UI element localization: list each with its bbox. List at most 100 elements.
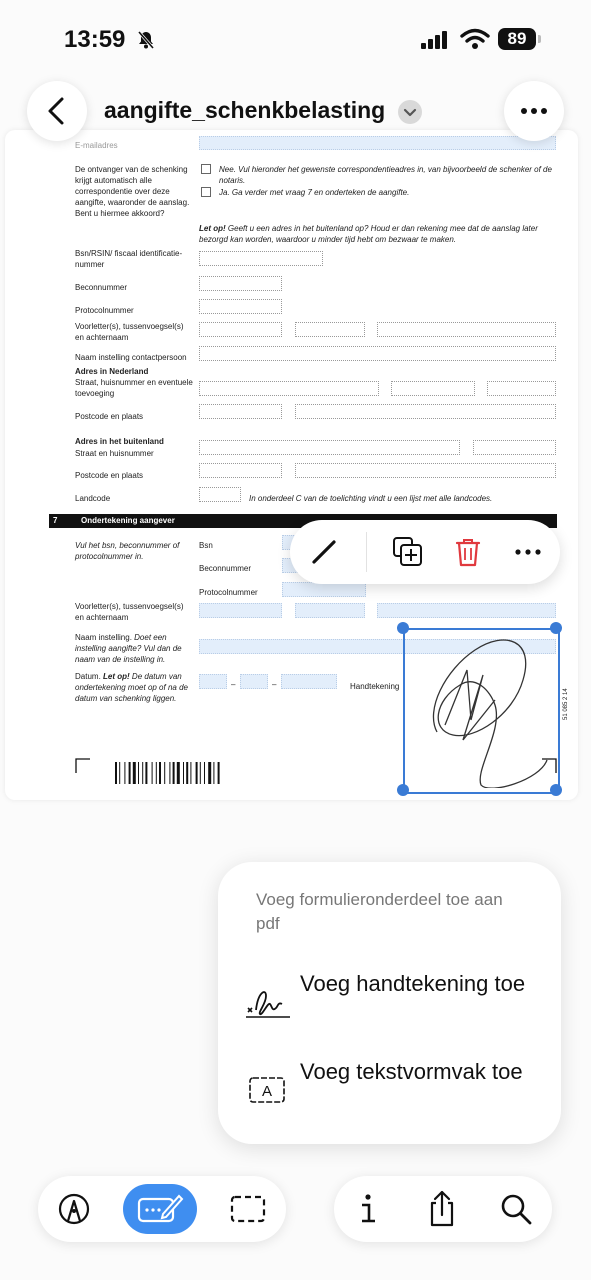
- bl-street-field[interactable]: [199, 440, 460, 455]
- protocolnummer-field[interactable]: [199, 299, 282, 314]
- datum-dash-2: –: [272, 680, 277, 689]
- svg-text:A: A: [262, 1083, 272, 1100]
- bsn-rsin-label: Bsn/RSIN/ fiscaal identificatie-nummer: [75, 249, 183, 269]
- checkbox-no[interactable]: [201, 164, 211, 174]
- toolbar-separator: [366, 532, 367, 572]
- resize-handle-bottom-right[interactable]: [550, 784, 562, 796]
- bottom-toolbar-right: [334, 1176, 552, 1242]
- ellipsis-icon: [521, 108, 547, 114]
- naam-instelling-contact-label: Naam instelling contactpersoon: [75, 353, 187, 362]
- markup-pen-icon[interactable]: [54, 1189, 94, 1229]
- title-menu-button[interactable]: [398, 100, 422, 124]
- barcode: [115, 762, 220, 784]
- status-time: 13:59: [64, 26, 126, 53]
- voorletters-field[interactable]: [199, 322, 282, 337]
- section-title: Ondertekening aangever: [81, 516, 175, 525]
- annotation-edit-toolbar: [290, 520, 560, 584]
- landcode-label: Landcode: [75, 494, 111, 503]
- resize-handle-top-right[interactable]: [550, 622, 562, 634]
- letop-bold: Let op!: [199, 224, 226, 233]
- nl-plaats-field[interactable]: [295, 404, 556, 419]
- option-yes-label: Ja. Ga verder met vraag 7 en onderteken …: [219, 188, 410, 197]
- achternaam-field[interactable]: [377, 322, 556, 337]
- section-number: 7: [53, 516, 58, 525]
- handtekening-label: Handtekening: [350, 682, 400, 691]
- resize-handle-bottom-left[interactable]: [397, 784, 409, 796]
- datum-year-field[interactable]: [281, 674, 337, 689]
- form-sign-button-active[interactable]: [123, 1184, 197, 1234]
- landcode-field[interactable]: [199, 487, 241, 502]
- add-form-element-menu: Voeg formulieronderdeel toe aan pdf Voeg…: [218, 862, 561, 1144]
- nl-postcode-field[interactable]: [199, 404, 282, 419]
- signature-drawing: [432, 639, 548, 789]
- add-textbox-label: Voeg tekstvormvak toe: [300, 1059, 523, 1084]
- sign-achternaam-field[interactable]: [377, 603, 556, 618]
- trash-icon[interactable]: [450, 534, 486, 570]
- naam-instelling-contact-field[interactable]: [199, 346, 556, 361]
- adres-bl-street-label: Straat en huisnummer: [75, 449, 154, 458]
- add-textbox-item[interactable]: A Voeg tekstvormvak toe: [218, 1056, 561, 1134]
- datum-letop: Let op!: [100, 672, 130, 681]
- signature-icon: [246, 991, 290, 1018]
- resize-handle-top-left[interactable]: [397, 622, 409, 634]
- vul-het-note: Vul het bsn, beconnummer of protocolnumm…: [75, 541, 180, 561]
- nl-street-field[interactable]: [199, 381, 379, 396]
- back-button[interactable]: [27, 81, 87, 141]
- nl-housenumber-field[interactable]: [391, 381, 475, 396]
- more-button[interactable]: [504, 81, 564, 141]
- silent-bell-icon: [137, 31, 155, 49]
- datum-day-field[interactable]: [199, 674, 227, 689]
- checkbox-yes[interactable]: [201, 187, 211, 197]
- status-bar: 13:59 89: [0, 0, 591, 80]
- document-title[interactable]: aangifte_schenkbelasting: [104, 97, 385, 124]
- search-icon[interactable]: [496, 1189, 536, 1229]
- stroke-width-icon[interactable]: [306, 534, 342, 570]
- add-signature-item[interactable]: Voeg handtekening toe: [218, 968, 561, 1046]
- bl-housenumber-field[interactable]: [473, 440, 556, 455]
- adres-nl-heading: Adres in Nederland: [75, 367, 149, 376]
- form-sign-icon: [137, 1194, 184, 1223]
- datum-label: Datum. Let op! De datum van ondertekenin…: [75, 671, 193, 704]
- bsn-rsin-field[interactable]: [199, 251, 323, 266]
- option-no-label: Nee. Vul hieronder het gewenste correspo…: [219, 165, 552, 185]
- sign-tussenvoegsel-field[interactable]: [295, 603, 365, 618]
- textbox-icon: A: [249, 1077, 285, 1103]
- share-icon[interactable]: [422, 1189, 462, 1229]
- info-icon[interactable]: [348, 1189, 388, 1229]
- selection-icon[interactable]: [228, 1189, 268, 1229]
- battery-indicator: 89: [498, 28, 536, 50]
- voorletters-2-label: Voorletter(s), tussenvoegsel(s) en achte…: [75, 602, 184, 622]
- correspondence-label: De ontvanger van de schenking krijgt aut…: [75, 165, 190, 218]
- nl-addition-field[interactable]: [487, 381, 556, 396]
- postcode-plaats-2-label: Postcode en plaats: [75, 471, 144, 480]
- chevron-left-icon: [48, 97, 64, 125]
- signature-selection[interactable]: [403, 628, 560, 794]
- wifi-icon: [460, 28, 490, 49]
- tussenvoegsel-field[interactable]: [295, 322, 365, 337]
- email-field[interactable]: [199, 136, 556, 150]
- bl-plaats-field[interactable]: [295, 463, 556, 478]
- battery-tip: [538, 35, 541, 43]
- add-signature-label: Voeg handtekening toe: [300, 971, 526, 996]
- postcode-plaats-label: Postcode en plaats: [75, 412, 144, 421]
- more-options-icon[interactable]: [510, 534, 546, 570]
- bl-postcode-field[interactable]: [199, 463, 282, 478]
- voorletters-label: Voorletter(s), tussenvoegsel(s) en achte…: [75, 322, 184, 342]
- chevron-down-icon: [403, 108, 417, 117]
- adres-nl-street-label: Straat, huisnummer en eventuele toevoegi…: [75, 378, 193, 398]
- corner-mark: [75, 758, 90, 773]
- duplicate-icon[interactable]: [390, 534, 426, 570]
- datum-dash-1: –: [231, 680, 236, 689]
- datum-month-field[interactable]: [240, 674, 268, 689]
- bottom-toolbar-left: [38, 1176, 286, 1242]
- sign-protocolnummer-field[interactable]: [282, 582, 366, 597]
- beconnummer-field[interactable]: [199, 276, 282, 291]
- bsn-label: Bsn: [199, 541, 213, 550]
- cellular-signal-icon: [421, 31, 447, 49]
- naam-instelling-title: Naam instelling.: [75, 633, 132, 642]
- landcode-note: In onderdeel C van de toelichting vindt …: [249, 494, 493, 503]
- datum-title: Datum.: [75, 672, 101, 681]
- sign-voorletters-field[interactable]: [199, 603, 282, 618]
- protocolnummer-2-label: Protocolnummer: [199, 588, 258, 597]
- side-code: 51 085 2 14: [563, 688, 569, 720]
